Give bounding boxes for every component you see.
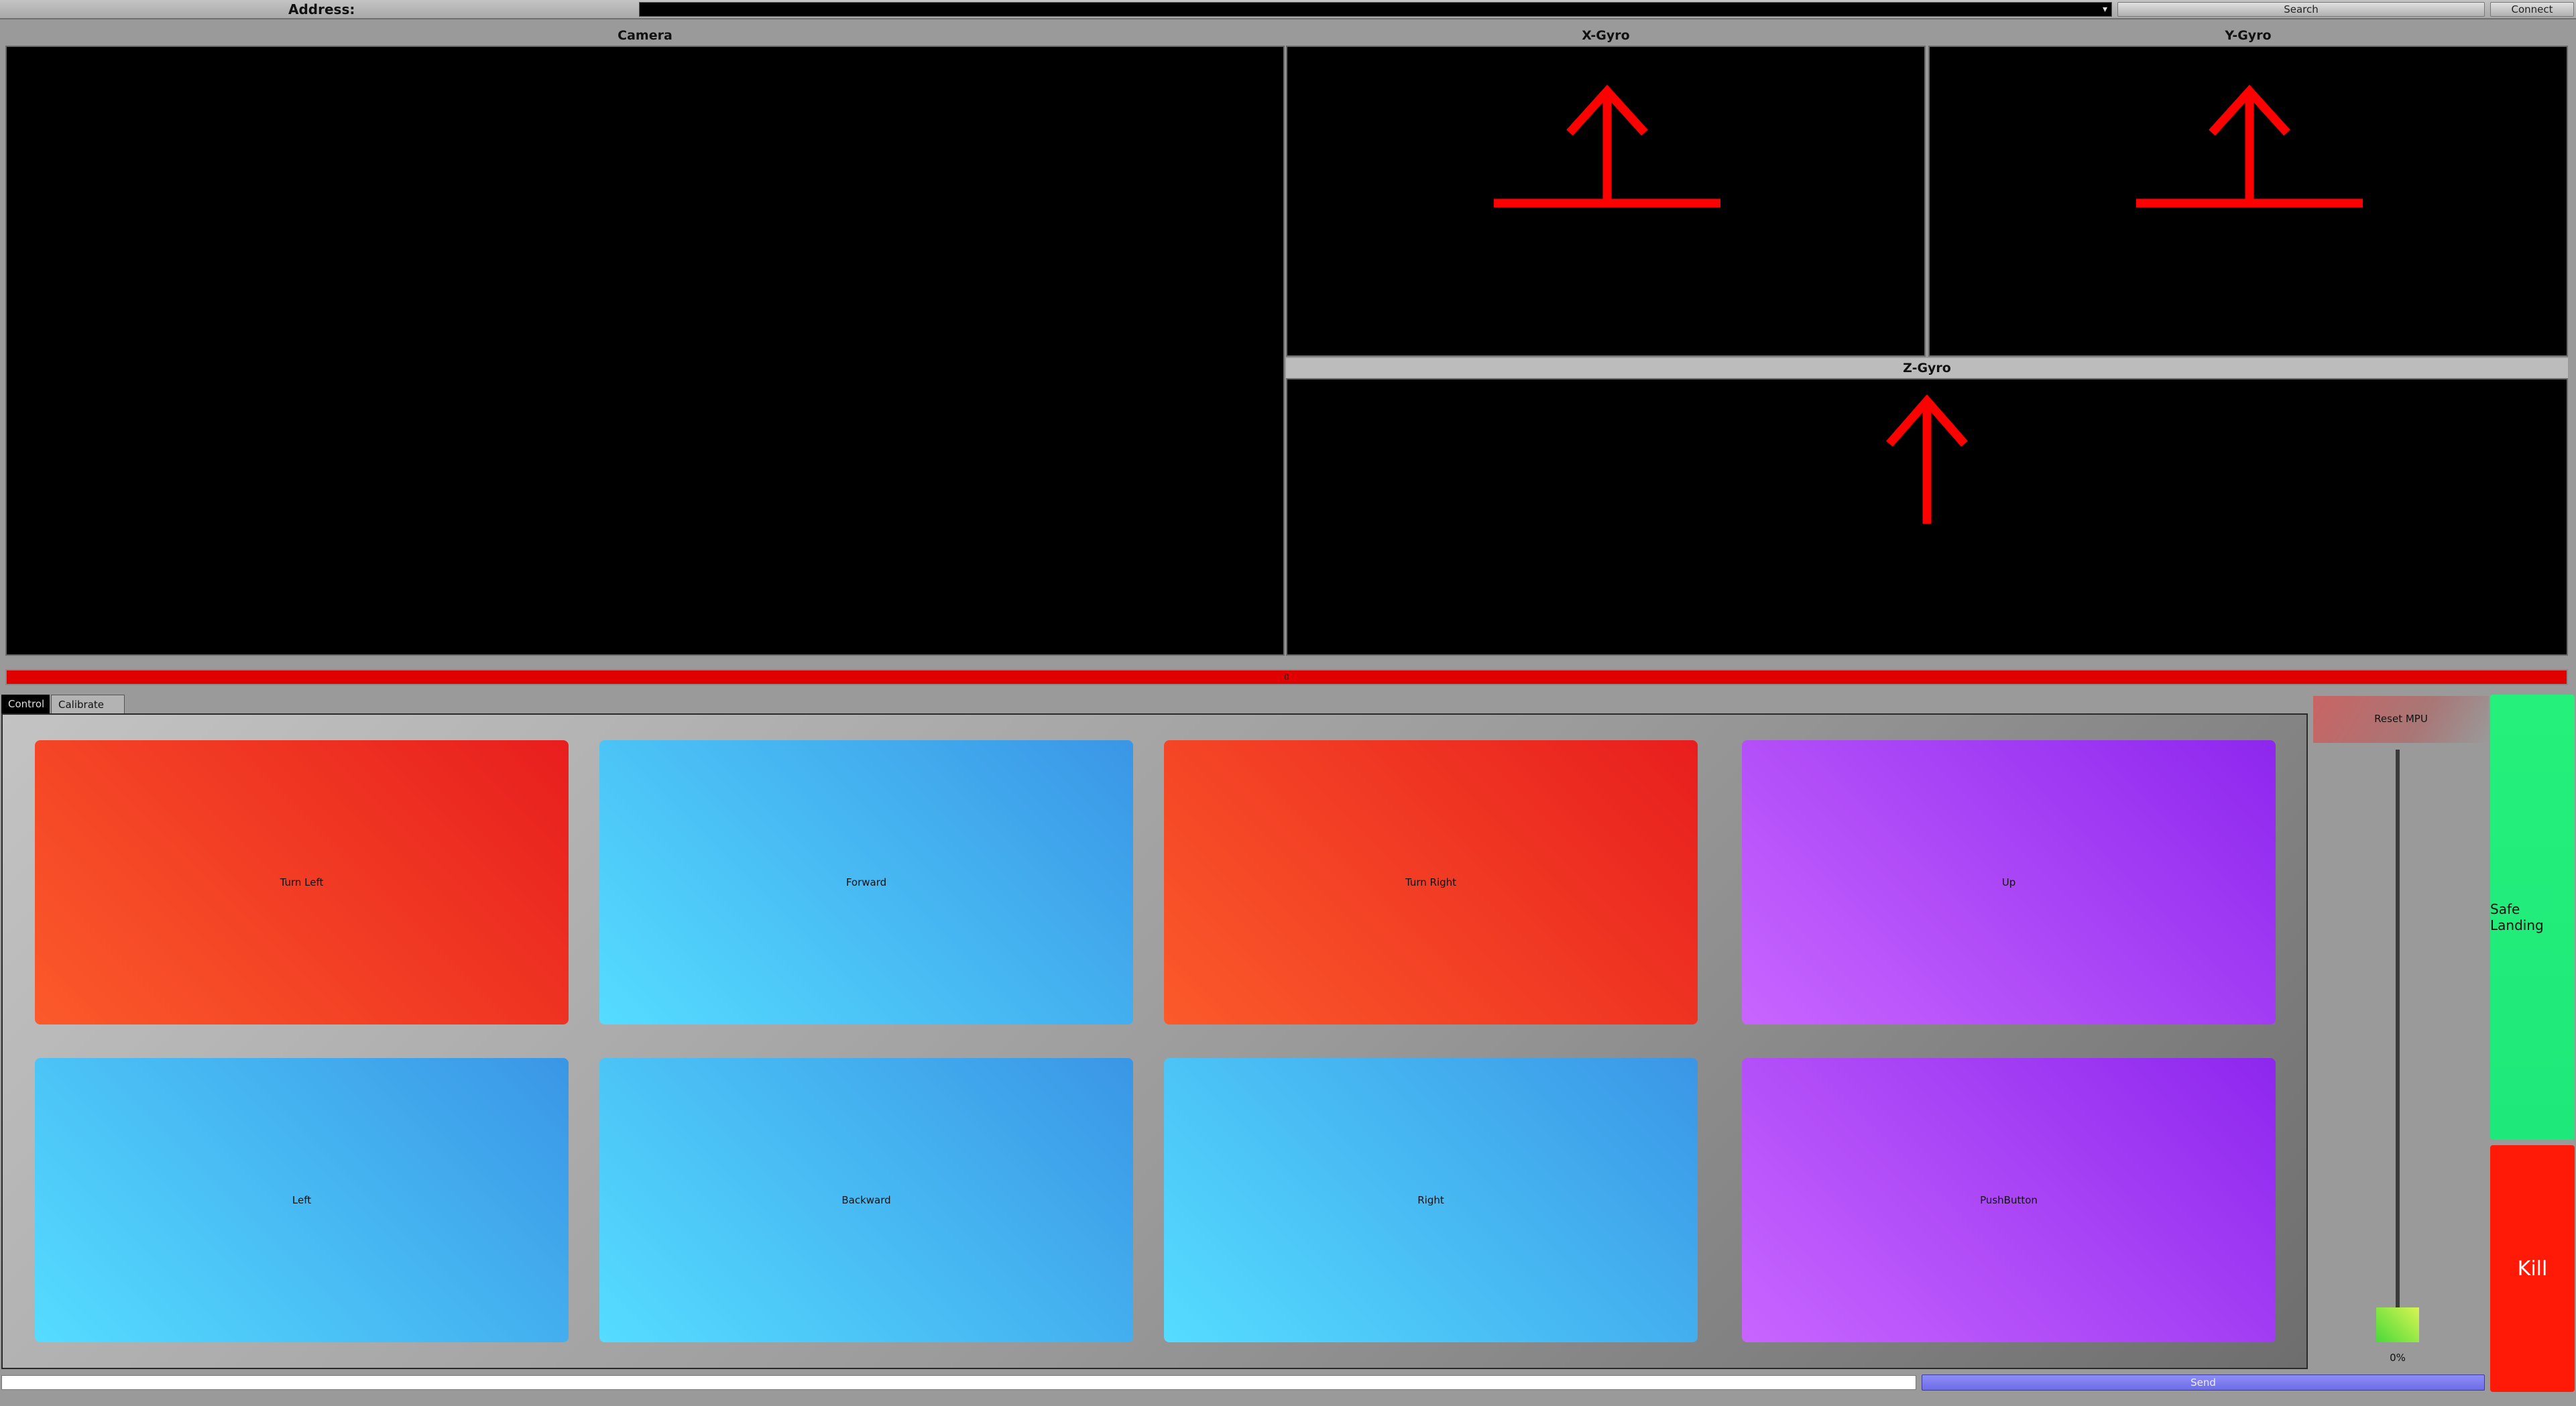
address-input[interactable]: ▾: [639, 2, 2112, 17]
tab-calibrate-pid[interactable]: Calibrate PID: [51, 695, 125, 729]
left-button[interactable]: Left: [35, 1058, 569, 1342]
zgyro-title: Z-Gyro: [1903, 361, 1951, 375]
turn-right-button[interactable]: Turn Right: [1164, 740, 1698, 1024]
xgyro-view: [1286, 46, 1926, 357]
backward-button[interactable]: Backward: [599, 1058, 1133, 1342]
xgyro-title: X-Gyro: [1582, 28, 1630, 43]
xgyro-indicator: [1494, 84, 1720, 208]
tab-control[interactable]: Control: [1, 695, 50, 713]
up-label: Up: [2001, 876, 2016, 888]
turn-left-label: Turn Left: [280, 876, 324, 888]
zgyro-view: [1286, 378, 2568, 656]
kill-label: Kill: [2517, 1256, 2548, 1281]
progress-bar: 0: [5, 669, 2568, 685]
left-label: Left: [292, 1194, 312, 1206]
chevron-down-icon[interactable]: ▾: [2103, 3, 2107, 16]
forward-button[interactable]: Forward: [599, 740, 1133, 1024]
up-button[interactable]: Up: [1742, 740, 2276, 1024]
turn-left-button[interactable]: Turn Left: [35, 740, 569, 1024]
zgyro-indicator: [1886, 394, 1968, 524]
safe-landing-button[interactable]: Safe Landing: [2490, 695, 2575, 1140]
ygyro-title: Y-Gyro: [2225, 28, 2272, 43]
throttle-slider-handle[interactable]: [2376, 1307, 2419, 1342]
forward-label: Forward: [845, 876, 887, 888]
throttle-value: 0%: [2390, 1352, 2406, 1364]
right-label: Right: [1417, 1194, 1444, 1206]
ygyro-indicator: [2136, 84, 2363, 208]
right-button[interactable]: Right: [1164, 1058, 1698, 1342]
address-bar: Address: ▾ Search Connect: [0, 0, 2576, 19]
safe-landing-label: Safe Landing: [2490, 901, 2544, 933]
command-input[interactable]: [1, 1375, 1916, 1390]
search-button[interactable]: Search: [2117, 2, 2485, 17]
kill-button[interactable]: Kill: [2490, 1145, 2575, 1392]
turn-right-label: Turn Right: [1405, 876, 1457, 888]
push-button[interactable]: PushButton: [1742, 1058, 2276, 1342]
camera-title: Camera: [618, 28, 672, 43]
throttle-slider-track[interactable]: [2396, 750, 2400, 1309]
drone-controller-window: Address: ▾ Search Connect Camera X-Gyro …: [0, 0, 2576, 1406]
send-button[interactable]: Send: [1922, 1374, 2485, 1391]
push-button-label: PushButton: [1980, 1194, 2038, 1206]
backward-label: Backward: [841, 1194, 891, 1206]
ygyro-view: [1928, 46, 2568, 357]
reset-mpu-button[interactable]: Reset MPU: [2313, 696, 2489, 743]
control-panel: Turn Left Forward Turn Right Up Left Bac…: [1, 713, 2308, 1369]
camera-view: [5, 46, 1285, 656]
progress-label: 0: [1284, 672, 1289, 682]
address-label: Address:: [288, 1, 355, 17]
connect-button[interactable]: Connect: [2490, 2, 2574, 17]
